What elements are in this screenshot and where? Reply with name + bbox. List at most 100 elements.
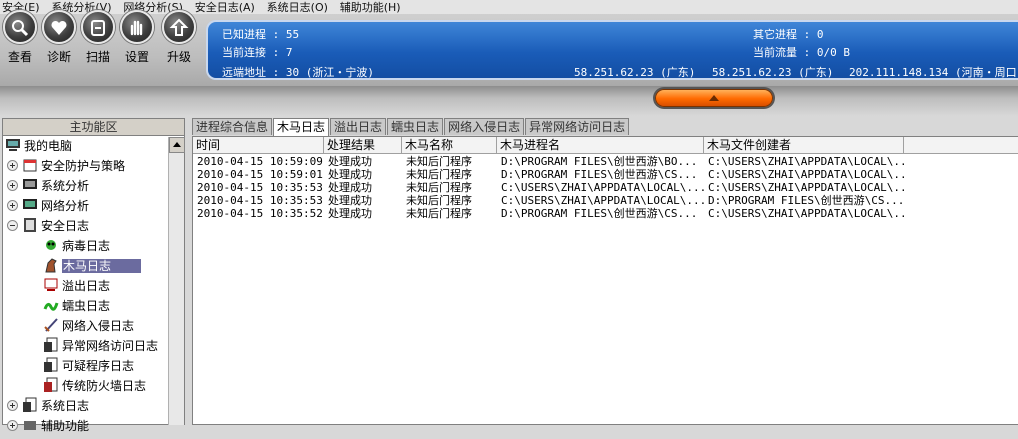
table-cell: 2010-04-15 10:35:53 <box>197 194 323 207</box>
remote-address: 远端地址 : 30 (浙江・宁波) <box>222 66 374 79</box>
tool-icon <box>22 417 38 433</box>
scroll-up-icon[interactable] <box>169 137 185 153</box>
table-cell: 未知后门程序 <box>406 181 472 194</box>
tree-item-suspicious-program-log[interactable]: 可疑程序日志 <box>43 356 134 376</box>
table-row[interactable]: 2010-04-15 10:35:53 处理成功 未知后门程序 C:\USERS\ZH… <box>193 181 1013 194</box>
upgrade-icon <box>162 10 196 44</box>
table-header: 时间 处理结果 木马名称 木马进程名 木马文件创建者 <box>193 137 1018 154</box>
tree-item-system-log[interactable]: 系统日志 <box>7 396 89 416</box>
upgrade-button-label: 升级 <box>166 50 191 64</box>
sidebar: 主功能区 我的电脑 安全防护与策略 系统分析 网络分析 安全日志 病毒日志 木马… <box>2 118 185 433</box>
tree-item-security-log[interactable]: 安全日志 <box>7 216 89 236</box>
table-cell: 2010-04-15 10:35:52 <box>197 207 323 220</box>
column-header-time[interactable]: 时间 <box>193 137 324 153</box>
table-row[interactable]: 2010-04-15 10:35:53 处理成功 未知后门程序 C:\USERS\ZH… <box>193 194 1013 207</box>
remote-ip-3: 202.111.148.134 (河南・周口) <box>849 66 1018 79</box>
table-row[interactable]: 2010-04-15 10:59:01 处理成功 未知后门程序 D:\PROGRAM … <box>193 168 1013 181</box>
scan-button-label: 扫描 <box>85 50 110 64</box>
tree-item-firewall-log[interactable]: 传统防火墙日志 <box>43 376 146 396</box>
computer-icon <box>5 137 21 153</box>
column-header-process-name[interactable]: 木马进程名 <box>497 137 704 153</box>
table-cell: C:\USERS\ZHAI\APPDATA\LOCAL\... <box>708 207 904 220</box>
table-cell: 处理成功 <box>328 181 372 194</box>
virus-icon <box>43 237 59 253</box>
expand-icon[interactable] <box>7 400 18 411</box>
overflow-icon <box>43 277 59 293</box>
trojan-log-table: 时间 处理结果 木马名称 木马进程名 木马文件创建者 2010-04-15 10… <box>192 136 1018 425</box>
table-cell: D:\PROGRAM FILES\创世西游\CS... <box>501 207 698 220</box>
tree-item-security-policy[interactable]: 安全防护与策略 <box>7 156 125 176</box>
diagnose-button-label: 诊断 <box>46 50 71 64</box>
expand-icon[interactable] <box>7 160 18 171</box>
tree-item-worm-log[interactable]: 蠕虫日志 <box>43 296 110 316</box>
expand-icon[interactable] <box>7 200 18 211</box>
policy-icon <box>22 157 38 173</box>
collapse-toggle-button[interactable] <box>655 89 773 107</box>
table-cell: 未知后门程序 <box>406 155 472 168</box>
known-processes: 已知进程 : 55 <box>222 28 300 41</box>
current-traffic: 当前流量 : 0/0 B <box>753 46 850 59</box>
monitor-icon <box>22 177 38 193</box>
sidebar-scrollbar[interactable] <box>168 137 185 425</box>
collapse-icon[interactable] <box>7 220 18 231</box>
tree-item-trojan-log[interactable]: 木马日志 <box>43 256 142 276</box>
log-tabs: 进程综合信息 木马日志 溢出日志 蠕虫日志 网络入侵日志 异常网络访问日志 <box>192 118 630 136</box>
table-cell: C:\USERS\ZHAI\APPDATA\LOCAL\... <box>708 181 904 194</box>
table-cell: 未知后门程序 <box>406 207 472 220</box>
table-cell: 2010-04-15 10:59:09 <box>197 155 323 168</box>
doc-icon <box>43 357 59 373</box>
menu-system-log[interactable]: 系统日志(O) <box>265 2 334 14</box>
table-cell: D:\PROGRAM FILES\创世西游\CS... <box>501 168 698 181</box>
table-cell: 未知后门程序 <box>406 168 472 181</box>
doc-icon <box>43 377 59 393</box>
menu-security-log[interactable]: 安全日志(A) <box>193 2 261 14</box>
menu-auxiliary[interactable]: 辅助功能(H) <box>338 2 407 14</box>
horse-icon <box>43 257 59 273</box>
table-cell: C:\USERS\ZHAI\APPDATA\LOCAL\... <box>501 181 704 194</box>
sidebar-header: 主功能区 <box>3 119 184 136</box>
table-cell: C:\USERS\ZHAI\APPDATA\LOCAL\... <box>708 168 904 181</box>
tree-item-auxiliary[interactable]: 辅助功能 <box>7 416 89 436</box>
arrow-up-icon <box>709 95 719 101</box>
worm-icon <box>43 297 59 313</box>
expand-icon[interactable] <box>7 420 18 431</box>
current-connections: 当前连接 : 7 <box>222 46 293 59</box>
table-cell: 处理成功 <box>328 168 372 181</box>
other-processes: 其它进程 : 0 <box>753 28 824 41</box>
tree-item-virus-log[interactable]: 病毒日志 <box>43 236 110 256</box>
diagnose-button[interactable]: 诊断 <box>40 10 78 70</box>
tree-item-intrusion-log[interactable]: 网络入侵日志 <box>43 316 134 336</box>
tree-item-system-analysis[interactable]: 系统分析 <box>7 176 89 196</box>
settings-button[interactable]: 设置 <box>118 10 156 70</box>
doc-icon <box>22 397 38 413</box>
column-header-creator[interactable]: 木马文件创建者 <box>704 137 904 153</box>
toolbar-bottom-band <box>0 86 1018 116</box>
tab-worm-log[interactable]: 蠕虫日志 <box>387 118 444 135</box>
tab-process-info[interactable]: 进程综合信息 <box>192 118 273 135</box>
tree-item-abnormal-access-log[interactable]: 异常网络访问日志 <box>43 336 158 356</box>
tree-item-overflow-log[interactable]: 溢出日志 <box>43 276 110 296</box>
table-cell: D:\PROGRAM FILES\创世西游\BO... <box>501 155 698 168</box>
view-button[interactable]: 查看 <box>1 10 39 70</box>
table-cell: 处理成功 <box>328 155 372 168</box>
tree-item-my-computer[interactable]: 我的电脑 <box>5 136 72 156</box>
table-cell: 未知后门程序 <box>406 194 472 207</box>
table-cell: 处理成功 <box>328 194 372 207</box>
table-cell: 2010-04-15 10:35:53 <box>197 181 323 194</box>
scan-button[interactable]: 扫描 <box>79 10 117 70</box>
expand-icon[interactable] <box>7 180 18 191</box>
table-cell: 处理成功 <box>328 207 372 220</box>
tab-trojan-log[interactable]: 木马日志 <box>273 118 330 136</box>
table-row[interactable]: 2010-04-15 10:59:09 处理成功 未知后门程序 D:\PROGRAM … <box>193 155 1013 168</box>
tab-intrusion-log[interactable]: 网络入侵日志 <box>444 118 525 135</box>
column-header-result[interactable]: 处理结果 <box>324 137 402 153</box>
table-row[interactable]: 2010-04-15 10:35:52 处理成功 未知后门程序 D:\PROGRAM … <box>193 207 1013 220</box>
tree-item-network-analysis[interactable]: 网络分析 <box>7 196 89 216</box>
hand-icon <box>120 10 154 44</box>
sword-icon <box>43 317 59 333</box>
tab-abnormal-access-log[interactable]: 异常网络访问日志 <box>525 118 630 135</box>
doc-icon <box>43 337 59 353</box>
upgrade-button[interactable]: 升级 <box>160 10 198 70</box>
tab-overflow-log[interactable]: 溢出日志 <box>330 118 387 135</box>
column-header-trojan-name[interactable]: 木马名称 <box>402 137 497 153</box>
